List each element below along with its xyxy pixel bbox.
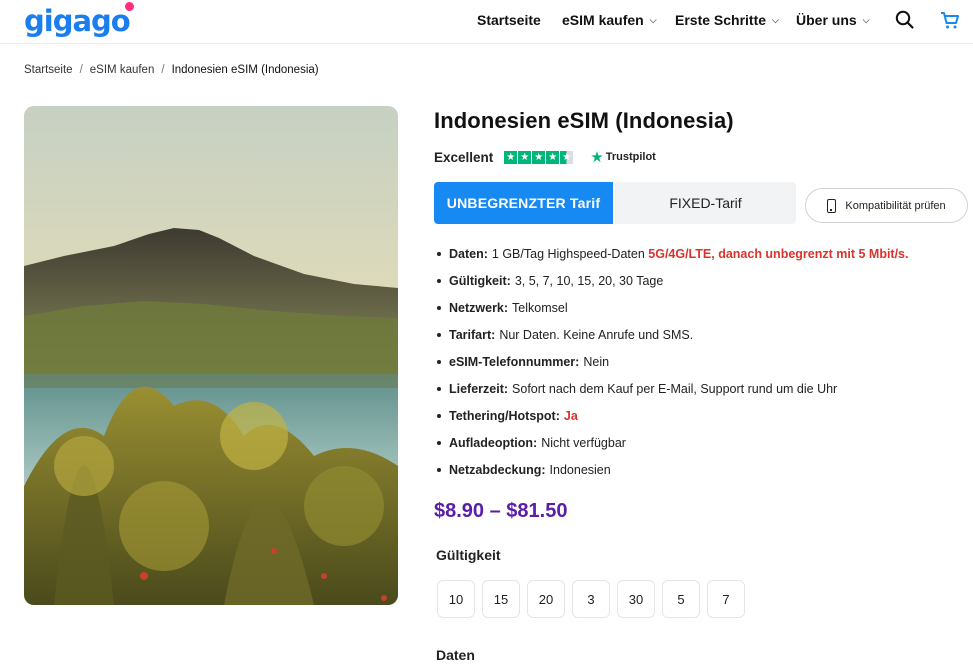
validity-option-3[interactable]: 3 [572, 580, 610, 618]
trustpilot-logo: ★ Trustpilot [590, 148, 656, 166]
feature-item-netzwerk: Netzwerk: Telkomsel [437, 299, 908, 326]
validity-option-15[interactable]: 15 [482, 580, 520, 618]
logo-dot [124, 2, 134, 11]
feature-text: Sofort nach dem Kauf per E-Mail, Support… [512, 382, 838, 396]
bullet-icon [437, 252, 441, 256]
plan-tabs: UNBEGRENZTER Tarif FIXED-Tarif [434, 182, 796, 224]
nav-item-esim-kaufen[interactable]: eSIM kaufen ⌵ [562, 0, 657, 40]
bullet-icon [437, 414, 441, 418]
price-range: $8.90 – $81.50 [434, 500, 568, 522]
validity-option-20[interactable]: 20 [527, 580, 565, 618]
chevron-down-icon: ⌵ [649, 14, 657, 25]
breadcrumb: Startseite / eSIM kaufen / Indonesien eS… [24, 64, 319, 76]
phone-icon [827, 198, 837, 213]
breadcrumb-current: Indonesien eSIM (Indonesia) [171, 64, 319, 76]
bullet-icon [437, 468, 441, 472]
validity-option-7[interactable]: 7 [707, 580, 745, 618]
bullet-icon [437, 387, 441, 391]
star-icon: ★ [518, 150, 532, 164]
feature-item-tarifart: Tarifart: Nur Daten. Keine Anrufe und SMS… [437, 326, 908, 353]
bullet-icon [437, 360, 441, 364]
feature-text: Nicht verfügbar [541, 436, 626, 450]
feature-text: Nur Daten. Keine Anrufe und SMS. [499, 328, 694, 342]
trustpilot-label: Trustpilot [605, 151, 656, 163]
feature-item-netzabdeckung: Netzabdeckung: Indonesien [437, 461, 908, 488]
feature-text: Indonesien [549, 463, 611, 477]
star-icon: ★ [504, 150, 518, 164]
feature-highlight: Ja [563, 409, 578, 423]
validity-option-5[interactable]: 5 [662, 580, 700, 618]
feature-item-aufladeoption: Aufladeoption: Nicht verfügbar [437, 434, 908, 461]
tab-fixed-tarif[interactable]: FIXED-Tarif [615, 182, 796, 224]
nav-item-startseite[interactable]: Startseite [477, 0, 541, 40]
validity-option-10[interactable]: 10 [437, 580, 475, 618]
validity-option-30[interactable]: 30 [617, 580, 655, 618]
breadcrumb-separator: / [79, 64, 83, 76]
compat-button-label: Kompatibilität prüfen [845, 199, 946, 212]
nav-item-ueber-uns[interactable]: Über uns ⌵ [796, 0, 870, 40]
nav-label: Startseite [477, 12, 541, 28]
feature-item-daten: Daten: 1 GB/Tag Highspeed-Daten 5G/4G/LTE… [437, 245, 908, 272]
gigago-logo[interactable]: gigago [24, 2, 134, 38]
data-label: Daten [436, 647, 475, 663]
rating-stars: ★ ★ ★ ★ ★ [504, 150, 574, 164]
rating-label: Excellent [434, 149, 494, 165]
nav-label: Über uns [796, 12, 857, 28]
breadcrumb-link-startseite[interactable]: Startseite [24, 64, 73, 76]
feature-text: Telkomsel [512, 301, 568, 315]
site-header: gigago Startseite eSIM kaufen ⌵ Erste Sch… [0, 0, 973, 44]
feature-item-tethering: Tethering/Hotspot: Ja [437, 407, 908, 434]
feature-item-esim-telefonnummer: eSIM-Telefonnummer: Nein [437, 353, 908, 380]
feature-label: eSIM-Telefonnummer: [449, 355, 580, 369]
feature-label: Daten: [449, 247, 488, 261]
star-icon: ★ [546, 150, 560, 164]
feature-list: Daten: 1 GB/Tag Highspeed-Daten 5G/4G/LTE… [437, 245, 908, 488]
validity-options: 10 15 20 3 30 5 7 [437, 580, 752, 618]
feature-item-lieferzeit: Lieferzeit: Sofort nach dem Kauf per E-Ma… [437, 380, 908, 407]
nav-item-erste-schritte[interactable]: Erste Schritte ⌵ [675, 0, 779, 40]
bullet-icon [437, 279, 441, 283]
search-icon[interactable] [894, 9, 916, 31]
feature-text: 1 GB/Tag Highspeed-Daten [491, 247, 645, 261]
feature-highlight: 5G/4G/LTE, danach unbegrenzt mit 5 Mbit/… [648, 247, 909, 261]
feature-label: Lieferzeit: [449, 382, 509, 396]
trustpilot-star-icon: ★ [590, 149, 604, 166]
feature-label: Netzwerk: [449, 301, 509, 315]
nav-label: eSIM kaufen [562, 12, 644, 28]
feature-label: Aufladeoption: [449, 436, 538, 450]
star-icon: ★ [532, 150, 546, 164]
breadcrumb-link-esim-kaufen[interactable]: eSIM kaufen [90, 64, 155, 76]
tab-unbegrenzter-tarif[interactable]: UNBEGRENZTER Tarif [434, 182, 613, 224]
trustpilot-rating[interactable]: Excellent ★ ★ ★ ★ ★ ★ Trustpilot [434, 148, 656, 166]
bullet-icon [437, 333, 441, 337]
nav-label: Erste Schritte [675, 12, 767, 28]
feature-text: Nein [583, 355, 610, 369]
chevron-down-icon: ⌵ [772, 14, 779, 25]
feature-label: Tethering/Hotspot: [449, 409, 560, 423]
breadcrumb-separator: / [161, 64, 165, 76]
feature-item-gueltigkeit: Gültigkeit: 3, 5, 7, 10, 15, 20, 30 Tage [437, 272, 908, 299]
bullet-icon [437, 306, 441, 310]
feature-label: Gültigkeit: [449, 274, 511, 288]
compatibility-check-button[interactable]: Kompatibilität prüfen [805, 188, 968, 223]
product-title: Indonesien eSIM (Indonesia) [434, 108, 734, 133]
chevron-down-icon: ⌵ [862, 14, 870, 25]
validity-label: Gültigkeit [436, 547, 501, 563]
cart-icon[interactable] [939, 9, 961, 31]
feature-label: Netzabdeckung: [449, 463, 546, 477]
feature-text: 3, 5, 7, 10, 15, 20, 30 Tage [514, 274, 664, 288]
bullet-icon [437, 441, 441, 445]
product-image [24, 106, 398, 605]
star-half-icon: ★ [560, 150, 574, 164]
feature-label: Tarifart: [449, 328, 496, 342]
